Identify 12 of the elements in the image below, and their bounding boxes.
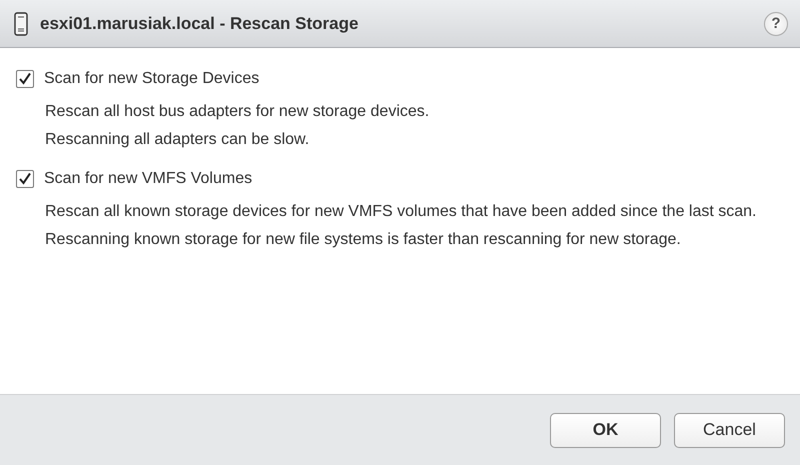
help-button[interactable]: ? xyxy=(764,12,788,36)
checkbox[interactable] xyxy=(16,170,34,188)
option-description: Rescan all host bus adapters for new storage devices. xyxy=(45,102,430,122)
cancel-button[interactable]: Cancel xyxy=(674,412,785,448)
ok-button[interactable]: OK xyxy=(550,412,661,448)
checkbox-label[interactable]: Scan for new Storage Devices xyxy=(44,70,260,88)
option-description: Rescan all known storage devices for new VMFS volumes that have been added since the last scan. Rescanning known storage for new file systems is faster than rescanning for new storage. xyxy=(45,202,758,250)
option-description: Rescanning all adapters can be slow. xyxy=(45,130,310,150)
window-title: esxi01.marusiak.local - Rescan Storage xyxy=(40,14,360,34)
checkbox-label[interactable]: Scan for new VMFS Volumes xyxy=(44,170,252,188)
server-icon xyxy=(14,12,28,36)
checkbox[interactable] xyxy=(16,70,34,88)
